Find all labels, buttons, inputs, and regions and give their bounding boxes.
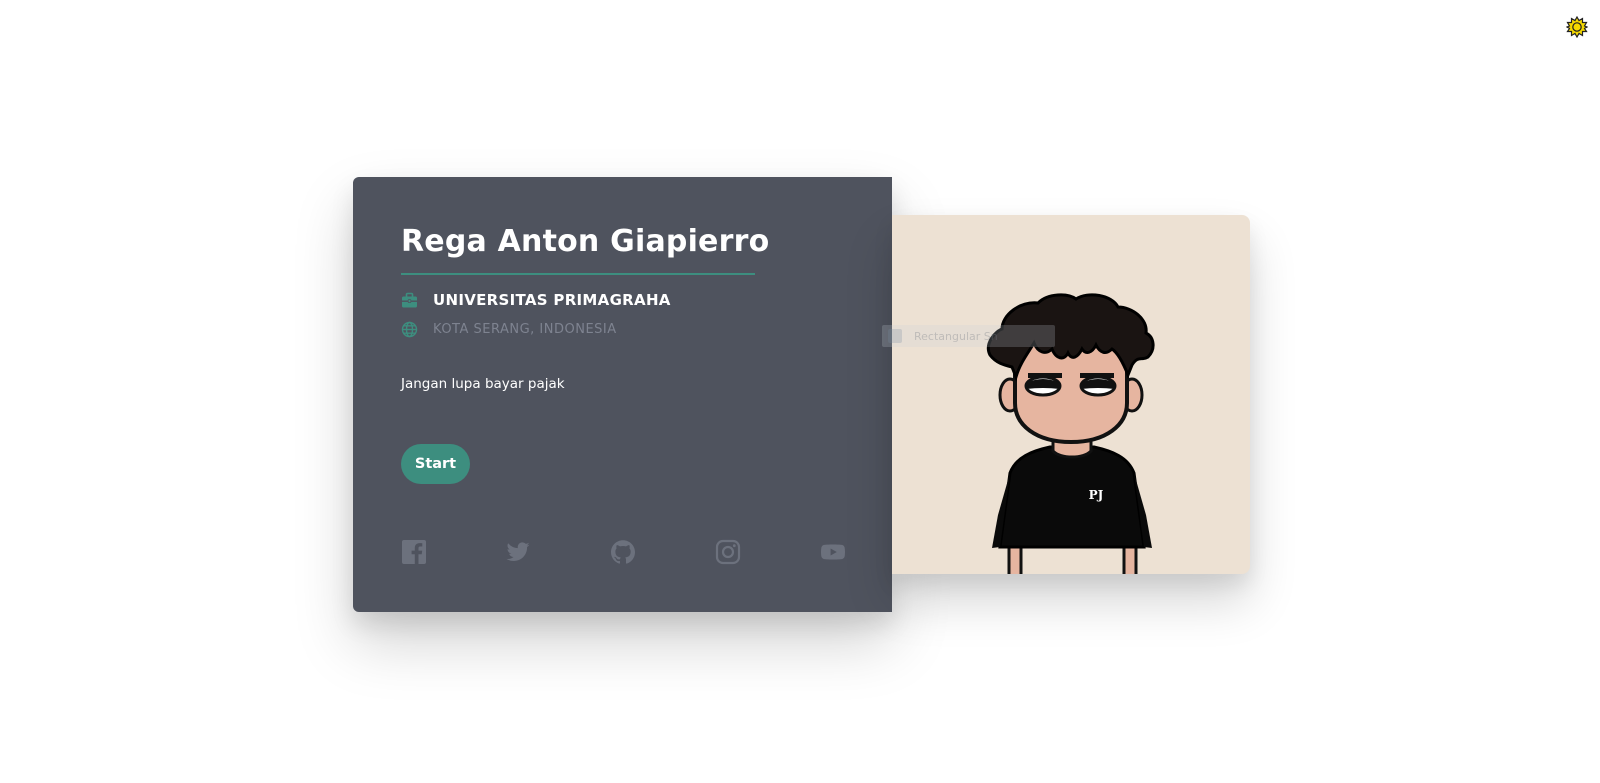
- instagram-link[interactable]: [715, 539, 741, 565]
- briefcase-icon: [402, 292, 417, 307]
- location-row: KOTA SERANG, INDONESIA: [401, 321, 617, 338]
- github-icon: [611, 540, 635, 564]
- start-button[interactable]: Start: [401, 444, 470, 484]
- theme-toggle-button[interactable]: [1565, 15, 1589, 39]
- profile-card: Rega Anton Giapierro UNIVERSITAS PRIMAGR…: [353, 177, 892, 612]
- youtube-icon: [821, 544, 845, 560]
- twitter-link[interactable]: [505, 539, 531, 565]
- github-link[interactable]: [610, 539, 636, 565]
- tagline: Jangan lupa bayar pajak: [401, 376, 565, 392]
- shirt-logo: PJ: [1089, 488, 1104, 502]
- institution-row: UNIVERSITAS PRIMAGRAHA: [401, 291, 671, 309]
- sun-icon: [1565, 15, 1589, 39]
- globe-icon: [401, 321, 418, 338]
- youtube-link[interactable]: [820, 539, 846, 565]
- location-text: KOTA SERANG, INDONESIA: [433, 322, 617, 337]
- page: Rega Anton Giapierro UNIVERSITAS PRIMAGR…: [0, 0, 1600, 783]
- profile-name: Rega Anton Giapierro: [401, 224, 770, 259]
- facebook-link[interactable]: [401, 539, 427, 565]
- institution-text: UNIVERSITAS PRIMAGRAHA: [433, 291, 671, 309]
- instagram-icon: [715, 539, 741, 565]
- twitter-icon: [506, 542, 530, 562]
- avatar-panel: PJ: [892, 215, 1250, 574]
- name-divider: [401, 273, 755, 275]
- avatar: PJ: [987, 293, 1155, 574]
- facebook-icon: [402, 540, 426, 564]
